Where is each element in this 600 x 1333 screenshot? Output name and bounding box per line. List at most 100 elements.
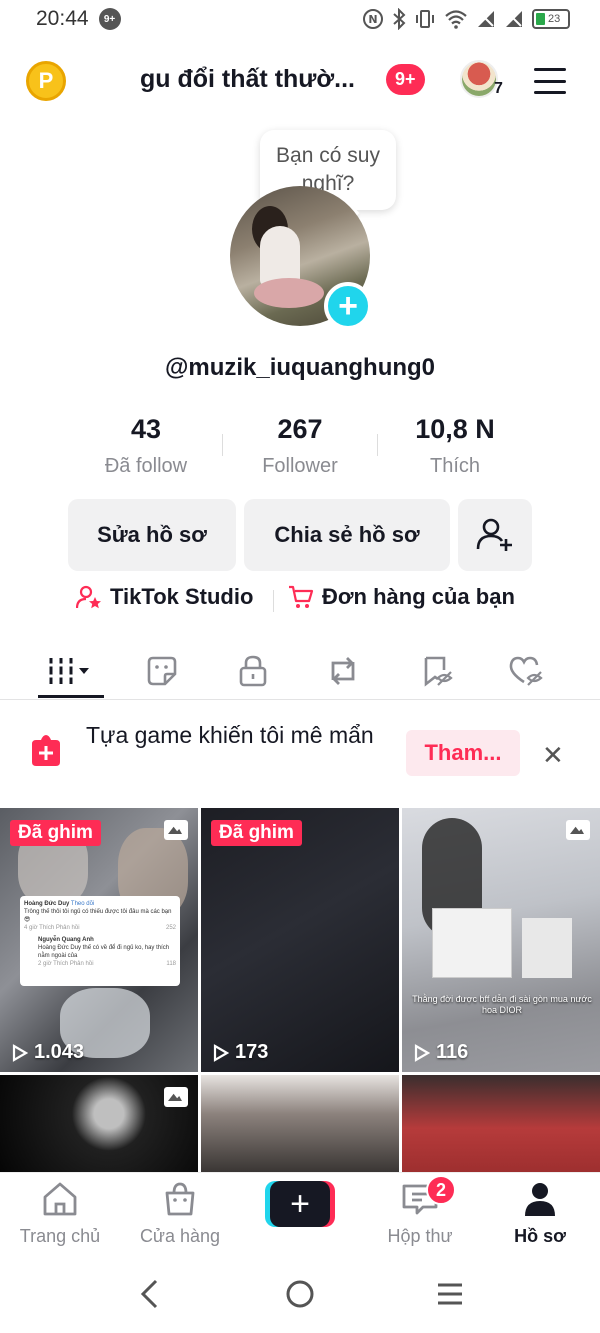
signal-icon-2 bbox=[506, 11, 522, 27]
video-thumbnail[interactable] bbox=[402, 1075, 600, 1172]
comment-user: Hoàng Đức Duy bbox=[24, 901, 70, 907]
orders-link[interactable]: Đơn hàng của bạn bbox=[288, 584, 515, 610]
create-button[interactable]: + bbox=[265, 1181, 335, 1227]
active-tab-indicator bbox=[38, 695, 104, 698]
friends-count: 7 bbox=[494, 80, 503, 97]
nav-inbox-label: Hộp thư bbox=[387, 1226, 453, 1246]
stat-likes-label: Thích bbox=[429, 455, 481, 477]
video-thumbnail[interactable] bbox=[201, 1075, 399, 1172]
add-friend-button[interactable] bbox=[458, 499, 532, 571]
photo-icon bbox=[566, 820, 590, 840]
play-icon bbox=[414, 1043, 430, 1062]
profile-person-icon bbox=[525, 1183, 555, 1216]
tab-videos[interactable] bbox=[32, 646, 112, 696]
status-bar: 20:44 9+ N 23 bbox=[0, 0, 600, 38]
game-promo-banner[interactable]: Tựa game khiến tôi mê mẩn Tham... ✕ bbox=[0, 702, 600, 804]
recents-icon[interactable] bbox=[436, 1280, 464, 1308]
tab-reposts[interactable] bbox=[303, 646, 383, 696]
play-icon bbox=[213, 1043, 229, 1062]
stat-likes-value: 10,8 N bbox=[415, 414, 495, 444]
edit-profile-button[interactable]: Sửa hồ sơ bbox=[68, 499, 236, 571]
signal-icon-1 bbox=[478, 11, 494, 27]
vibrate-icon bbox=[416, 10, 434, 28]
battery-level: 23 bbox=[548, 13, 561, 25]
nav-shop-label: Cửa hàng bbox=[139, 1226, 221, 1246]
bluetooth-icon bbox=[393, 8, 406, 30]
wifi-icon bbox=[445, 10, 467, 29]
tab-stickers[interactable] bbox=[122, 646, 202, 696]
video-thumbnail[interactable]: Thằng đời được bff dẫn đi sài gòn mua nư… bbox=[402, 808, 600, 1072]
svg-text:N: N bbox=[368, 13, 377, 26]
video-thumbnail[interactable] bbox=[0, 1075, 198, 1172]
battery-icon: 23 bbox=[532, 9, 570, 29]
stat-following[interactable]: 43 Đã follow bbox=[66, 414, 226, 478]
nav-home[interactable]: Trang chủ bbox=[0, 1181, 120, 1247]
comment-meta: 2 giờ Thích Phản hồi bbox=[38, 961, 94, 967]
nav-profile[interactable]: Hồ sơ bbox=[480, 1181, 600, 1247]
back-icon[interactable] bbox=[138, 1278, 162, 1310]
profile-links: TikTok Studio Đơn hàng của bạn bbox=[0, 584, 600, 620]
view-count: 173 bbox=[213, 1041, 268, 1064]
tiktok-studio-link[interactable]: TikTok Studio bbox=[76, 584, 253, 610]
stat-followers-value: 267 bbox=[277, 414, 323, 444]
profile-actions: Sửa hồ sơ Chia sẻ hồ sơ bbox=[0, 499, 600, 571]
home-circle-icon[interactable] bbox=[284, 1278, 316, 1310]
stat-followers-label: Follower bbox=[262, 455, 338, 477]
stat-likes[interactable]: 10,8 N Thích bbox=[375, 414, 535, 478]
home-icon bbox=[43, 1182, 77, 1216]
link-divider bbox=[273, 590, 274, 612]
close-icon[interactable]: ✕ bbox=[542, 740, 564, 771]
profile-header: P gu đổi thất thườ... 9+ 7 bbox=[0, 50, 600, 112]
lock-icon bbox=[239, 655, 267, 687]
video-caption: Thằng đời được bff dẫn đi sài gòn mua nư… bbox=[412, 994, 592, 1015]
tiktok-studio-label: TikTok Studio bbox=[110, 584, 254, 609]
comment-follow: Theo dõi bbox=[70, 901, 95, 907]
nav-home-label: Trang chủ bbox=[19, 1226, 101, 1246]
profile-handle: @muzik_iuquanghung0 bbox=[164, 354, 436, 381]
grid-dropdown-icon bbox=[49, 658, 89, 684]
add-avatar-plus-icon[interactable]: + bbox=[324, 282, 372, 330]
promo-join-button[interactable]: Tham... bbox=[406, 730, 520, 776]
tab-liked[interactable] bbox=[487, 646, 567, 696]
system-nav-bar bbox=[0, 1256, 600, 1333]
play-icon bbox=[12, 1043, 28, 1062]
comment-meta: 4 giờ Thích Phản hồi bbox=[24, 925, 80, 931]
stat-followers[interactable]: 267 Follower bbox=[220, 414, 380, 478]
bottom-nav: Trang chủ Cửa hàng + Hộp thư Hồ sơ bbox=[0, 1172, 600, 1256]
nav-shop[interactable]: Cửa hàng bbox=[120, 1181, 240, 1247]
comment-text: Trông thế thôi tôi ngủ có thiếu được tôi… bbox=[24, 909, 172, 923]
heart-hidden-icon bbox=[509, 656, 543, 686]
video-grid: Đã ghim Hoàng Đức Duy Theo dõi Trông thế… bbox=[0, 808, 600, 1172]
game-plus-icon bbox=[32, 735, 60, 766]
sticker-icon bbox=[147, 656, 177, 686]
friends-avatar[interactable] bbox=[460, 60, 498, 98]
title-badge[interactable]: 9+ bbox=[386, 64, 425, 95]
comment-text: Hoàng Đức Duy thế có về để đi ngủ ko, ha… bbox=[38, 945, 170, 959]
view-count-value: 116 bbox=[436, 1041, 469, 1063]
studio-icon bbox=[76, 585, 101, 609]
profile-stats: 43 Đã follow 267 Follower 10,8 N Thích bbox=[0, 414, 600, 484]
plus-icon: + bbox=[270, 1181, 330, 1227]
comment-screenshot: Hoàng Đức Duy Theo dõi Trông thế thôi tô… bbox=[20, 896, 180, 986]
notification-badge-icon: 9+ bbox=[98, 8, 121, 30]
photo-icon bbox=[164, 820, 188, 840]
video-thumbnail[interactable]: Đã ghim Hoàng Đức Duy Theo dõi Trông thế… bbox=[0, 808, 198, 1072]
inbox-badge: 2 bbox=[426, 1175, 456, 1205]
coin-icon[interactable]: P bbox=[26, 61, 66, 101]
comment-user: Nguyễn Quang Anh bbox=[38, 937, 94, 943]
tab-favorites[interactable] bbox=[397, 646, 477, 696]
hamburger-menu-icon[interactable] bbox=[534, 68, 566, 94]
cart-icon bbox=[289, 585, 314, 608]
video-thumbnail[interactable]: Đã ghim 173 bbox=[201, 808, 399, 1072]
view-count: 1.043 bbox=[12, 1041, 84, 1064]
pinned-badge: Đã ghim bbox=[211, 820, 302, 846]
nav-inbox[interactable]: Hộp thư bbox=[360, 1181, 480, 1247]
content-tabs bbox=[0, 640, 600, 700]
view-count-value: 1.043 bbox=[34, 1041, 85, 1063]
stat-following-label: Đã follow bbox=[104, 455, 188, 477]
bookmark-hidden-icon bbox=[424, 656, 453, 687]
account-switcher-title[interactable]: gu đổi thất thườ... bbox=[140, 65, 355, 94]
share-profile-button[interactable]: Chia sẻ hồ sơ bbox=[244, 499, 450, 571]
repost-icon bbox=[331, 657, 355, 685]
tab-private[interactable] bbox=[213, 646, 293, 696]
